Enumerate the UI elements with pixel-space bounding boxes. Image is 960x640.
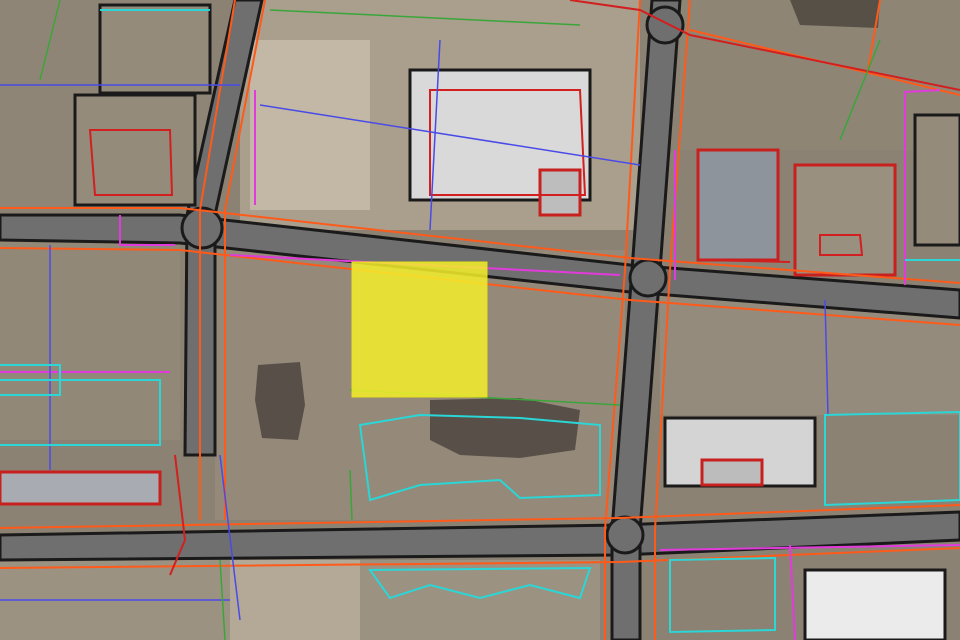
roundabout-upper-left [180,206,224,250]
building-north-east [696,148,780,262]
building-north-east-plot [793,163,897,277]
roundabout-lower [605,515,645,555]
building-north-west-plot [98,3,212,95]
highlighted-parcel[interactable] [351,261,488,398]
building-annex-north [538,168,582,217]
roundabout-top [645,5,685,45]
building-west-long [0,470,162,506]
building-south-east-inner [700,458,764,487]
map-canvas[interactable] [0,0,960,640]
building-north-west-plot-2 [73,93,197,207]
roundabout-upper-right [628,258,668,298]
building-south-corner [803,568,947,640]
building-east-edge [913,113,960,247]
